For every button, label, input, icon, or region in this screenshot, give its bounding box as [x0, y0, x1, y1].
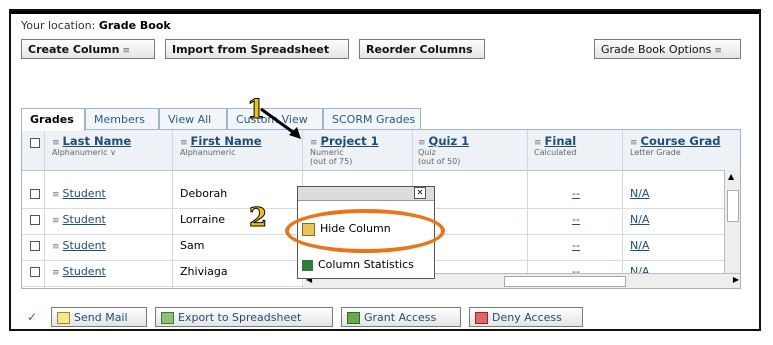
tab-grades[interactable]: Grades	[21, 108, 85, 131]
row-checkbox[interactable]	[30, 267, 40, 277]
row-checkbox[interactable]	[30, 241, 40, 251]
scroll-up-icon[interactable]: ▲	[728, 172, 734, 181]
course-grade-cell[interactable]: N/A	[630, 213, 649, 226]
last-name-cell[interactable]: ≡ Student	[52, 213, 106, 226]
sort-icon: ≡	[310, 138, 318, 148]
first-name-cell: Sam	[180, 239, 205, 252]
row-checkbox[interactable]	[30, 215, 40, 225]
final-cell[interactable]: --	[572, 213, 580, 226]
top-border	[11, 11, 759, 14]
deny-access-button[interactable]: Deny Access	[469, 307, 583, 327]
header-final[interactable]: ≡ Final Calculated	[534, 134, 576, 157]
header-project-1[interactable]: ≡ Project 1 Numeric (out of 75)	[310, 134, 379, 166]
create-column-label: Create Column	[28, 43, 120, 56]
scroll-right-icon[interactable]: ▶	[733, 275, 739, 284]
first-name-cell: Deborah	[180, 187, 228, 200]
grade-book-options-button[interactable]: Grade Book Options ≡	[594, 39, 741, 59]
sort-icon: ≡	[180, 138, 188, 148]
sort-icon: ≡	[630, 138, 638, 148]
scrollbar-thumb[interactable]	[504, 276, 626, 287]
first-name-cell: Lorraine	[180, 213, 226, 226]
deny-access-icon	[475, 312, 488, 324]
menu-icon: ≡	[52, 268, 60, 278]
grant-access-icon	[347, 312, 360, 324]
tab-view-all[interactable]: View All	[159, 108, 227, 130]
grant-access-button[interactable]: Grant Access	[341, 307, 461, 327]
callout-number-2: 2	[248, 203, 268, 234]
reorder-columns-button[interactable]: Reorder Columns	[359, 39, 485, 59]
header-quiz-1[interactable]: ≡ Quiz 1 Quiz (out of 50)	[418, 134, 469, 166]
course-grade-cell[interactable]: N/A	[630, 239, 649, 252]
mail-icon	[57, 312, 70, 324]
menu-icon: ≡	[52, 242, 60, 252]
header-last-name-type: Alphanumeric ∨	[52, 148, 116, 157]
toolbar: Create Column ≡ Import from Spreadsheet R…	[21, 39, 749, 61]
table-header: ≡ Last Name Alphanumeric ∨ ≡ First Name Al…	[22, 130, 740, 171]
gradebook-window: Your location: Grade Book Create Column ≡…	[9, 9, 761, 331]
header-first-name[interactable]: ≡ First Name Alphanumeric	[180, 134, 262, 157]
dropdown-icon: ≡	[714, 46, 722, 56]
send-mail-button[interactable]: Send Mail	[51, 307, 147, 327]
header-last-name[interactable]: ≡ Last Name Alphanumeric ∨	[52, 134, 131, 157]
export-spreadsheet-button[interactable]: Export to Spreadsheet	[155, 307, 333, 327]
statistics-icon	[302, 259, 313, 271]
menu-icon: ≡	[52, 190, 60, 200]
breadcrumb-current: Grade Book	[98, 19, 171, 32]
header-course-grade[interactable]: ≡ Course Grad Letter Grade	[630, 134, 721, 157]
select-icon[interactable]: ✓	[27, 310, 37, 324]
final-cell[interactable]: --	[572, 187, 580, 200]
row-checkbox[interactable]	[30, 189, 40, 199]
breadcrumb-prefix: Your location:	[21, 19, 96, 32]
sort-icon: ≡	[534, 138, 542, 148]
breadcrumb: Your location: Grade Book	[21, 19, 171, 32]
select-all-checkbox[interactable]	[30, 138, 40, 148]
last-name-cell[interactable]: ≡ Student	[52, 239, 106, 252]
last-name-cell[interactable]: ≡ Student	[52, 187, 106, 200]
callout-arrow	[260, 107, 301, 139]
import-spreadsheet-button[interactable]: Import from Spreadsheet	[165, 39, 349, 59]
export-icon	[161, 312, 174, 324]
action-bar: ✓ Send Mail Export to Spreadsheet Grant …	[21, 307, 749, 329]
tab-members[interactable]: Members	[85, 108, 159, 130]
last-name-cell[interactable]: ≡ Student	[52, 265, 106, 278]
scrollbar-thumb[interactable]	[727, 190, 739, 222]
menu-icon: ≡	[52, 216, 60, 226]
popup-titlebar: ✕	[298, 187, 434, 201]
create-column-button[interactable]: Create Column ≡	[21, 39, 155, 59]
column-statistics-menu-item[interactable]: Column Statistics	[302, 255, 414, 275]
sort-icon: ≡	[418, 138, 426, 148]
sort-icon: ≡	[52, 138, 60, 148]
course-grade-cell[interactable]: N/A	[630, 187, 649, 200]
vertical-scrollbar[interactable]: ▲ ▼	[724, 170, 740, 288]
tab-scorm-grades[interactable]: SCORM Grades	[323, 108, 421, 130]
close-icon[interactable]: ✕	[414, 187, 426, 199]
sort-desc-icon: ∨	[110, 148, 116, 157]
dropdown-icon: ≡	[122, 46, 131, 56]
first-name-cell: Zhiviaga	[180, 265, 228, 278]
grade-book-options-label: Grade Book Options	[601, 43, 712, 56]
final-cell[interactable]: --	[572, 239, 580, 252]
highlight-oval	[285, 209, 445, 253]
